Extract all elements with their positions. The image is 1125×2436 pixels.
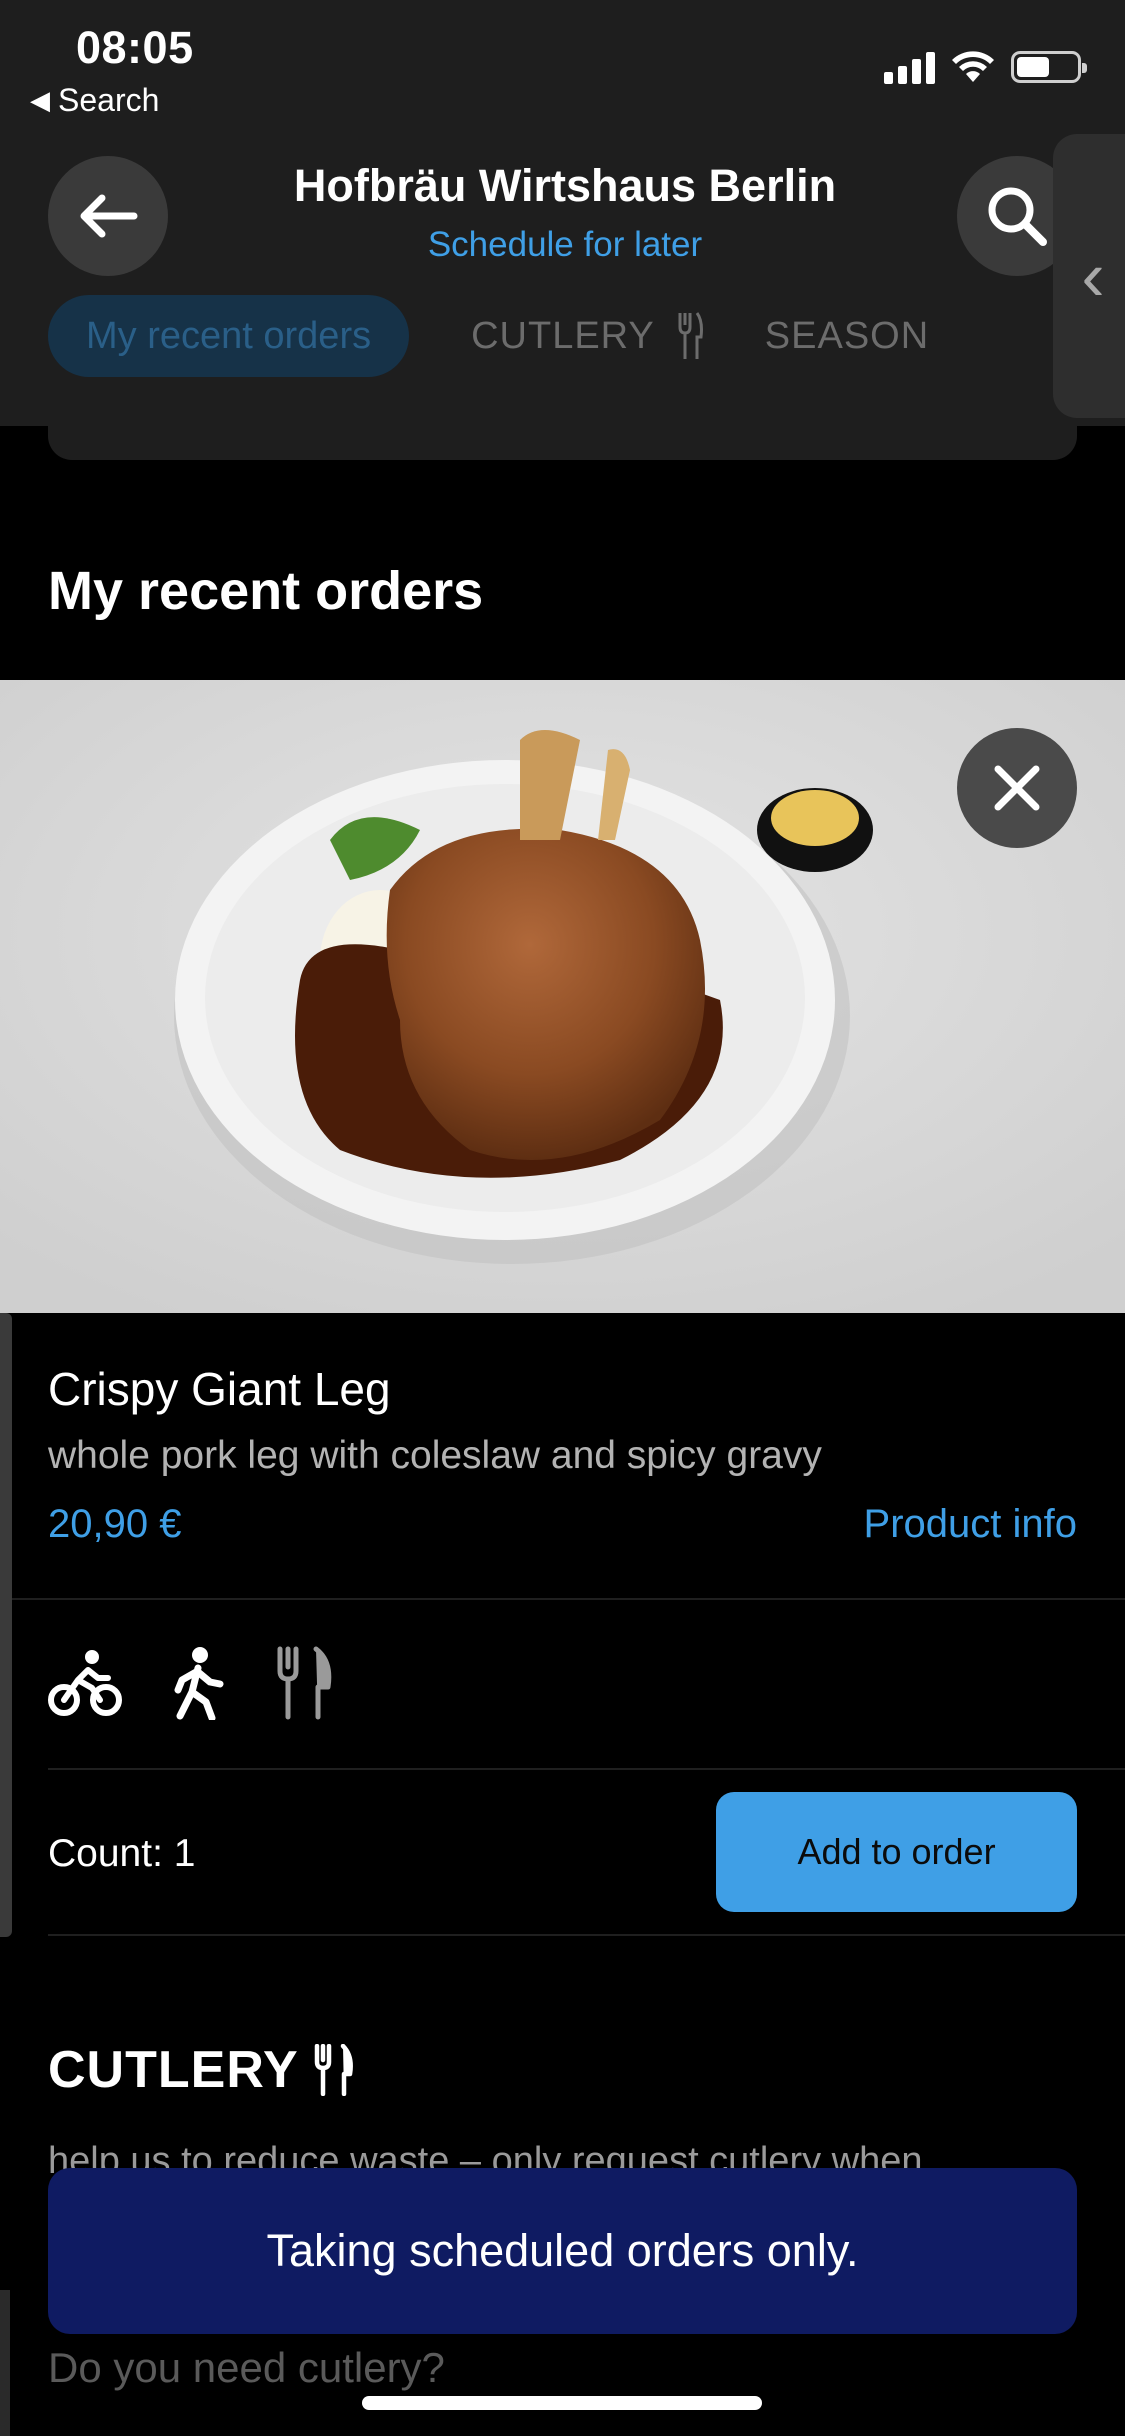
- close-icon: [994, 765, 1040, 811]
- divider: [48, 1934, 1125, 1936]
- cutlery-icon: [678, 312, 703, 359]
- product-name: Crispy Giant Leg: [48, 1363, 391, 1415]
- battery-icon: [1011, 51, 1087, 83]
- cutlery-icon: [277, 1646, 332, 1720]
- scroll-indicator: [0, 1313, 12, 1937]
- scroll-indicator: [0, 2290, 10, 2436]
- home-indicator[interactable]: [362, 2396, 762, 2410]
- status-back-label: Search: [58, 82, 160, 118]
- status-icons: [884, 50, 1087, 84]
- status-back-link[interactable]: ◀ Search: [30, 82, 159, 119]
- wifi-icon: [952, 51, 994, 82]
- status-time: 08:05: [76, 22, 194, 73]
- cutlery-question: Do you need cutlery?: [48, 2344, 445, 2391]
- cutlery-title-label: CUTLERY: [48, 2041, 299, 2099]
- product-price: 20,90 €: [48, 1502, 182, 1546]
- add-to-order-button[interactable]: Add to order: [716, 1792, 1077, 1912]
- scheduled-orders-banner: Taking scheduled orders only.: [48, 2168, 1077, 2334]
- tab-season[interactable]: SEASON: [765, 315, 929, 358]
- search-icon: [988, 187, 1047, 246]
- tab-cutlery[interactable]: CUTLERY: [471, 311, 703, 361]
- bike-icon: [48, 1650, 122, 1716]
- product-image: [0, 680, 1125, 1313]
- restaurant-title: Hofbräu Wirtshaus Berlin: [293, 160, 837, 211]
- pork-leg-illustration: [0, 680, 1125, 1313]
- back-triangle-icon: ◀: [30, 85, 50, 115]
- product-description: whole pork leg with coleslaw and spicy g…: [48, 1434, 822, 1477]
- back-button[interactable]: [48, 156, 168, 276]
- divider: [12, 1598, 1125, 1600]
- header: 08:05 ◀ Search Hofbräu Wirtshaus Berlin …: [0, 0, 1125, 426]
- category-tabs: My recent orders CUTLERY SEASON: [48, 295, 929, 377]
- signal-icon: [884, 50, 935, 84]
- walking-icon: [174, 1647, 224, 1720]
- remove-recent-order-button[interactable]: [957, 728, 1077, 848]
- tab-cutlery-label: CUTLERY: [471, 314, 655, 357]
- cutlery-section-title: CUTLERY: [48, 2040, 353, 2100]
- divider: [48, 1768, 1125, 1770]
- section-title: My recent orders: [48, 561, 484, 621]
- cutlery-icon: [314, 2044, 353, 2096]
- arrow-left-icon: [80, 194, 138, 238]
- chevron-left-icon: ‹: [1081, 237, 1105, 315]
- side-panel-handle[interactable]: ‹: [1053, 134, 1125, 418]
- product-info-link[interactable]: Product info: [864, 1502, 1077, 1547]
- schedule-for-later-link[interactable]: Schedule for later: [200, 225, 930, 265]
- availability-icons: [48, 1645, 334, 1721]
- tab-strip-bottom: [48, 388, 1077, 460]
- tab-my-recent-orders[interactable]: My recent orders: [48, 295, 410, 377]
- count-label: Count: 1: [48, 1832, 196, 1875]
